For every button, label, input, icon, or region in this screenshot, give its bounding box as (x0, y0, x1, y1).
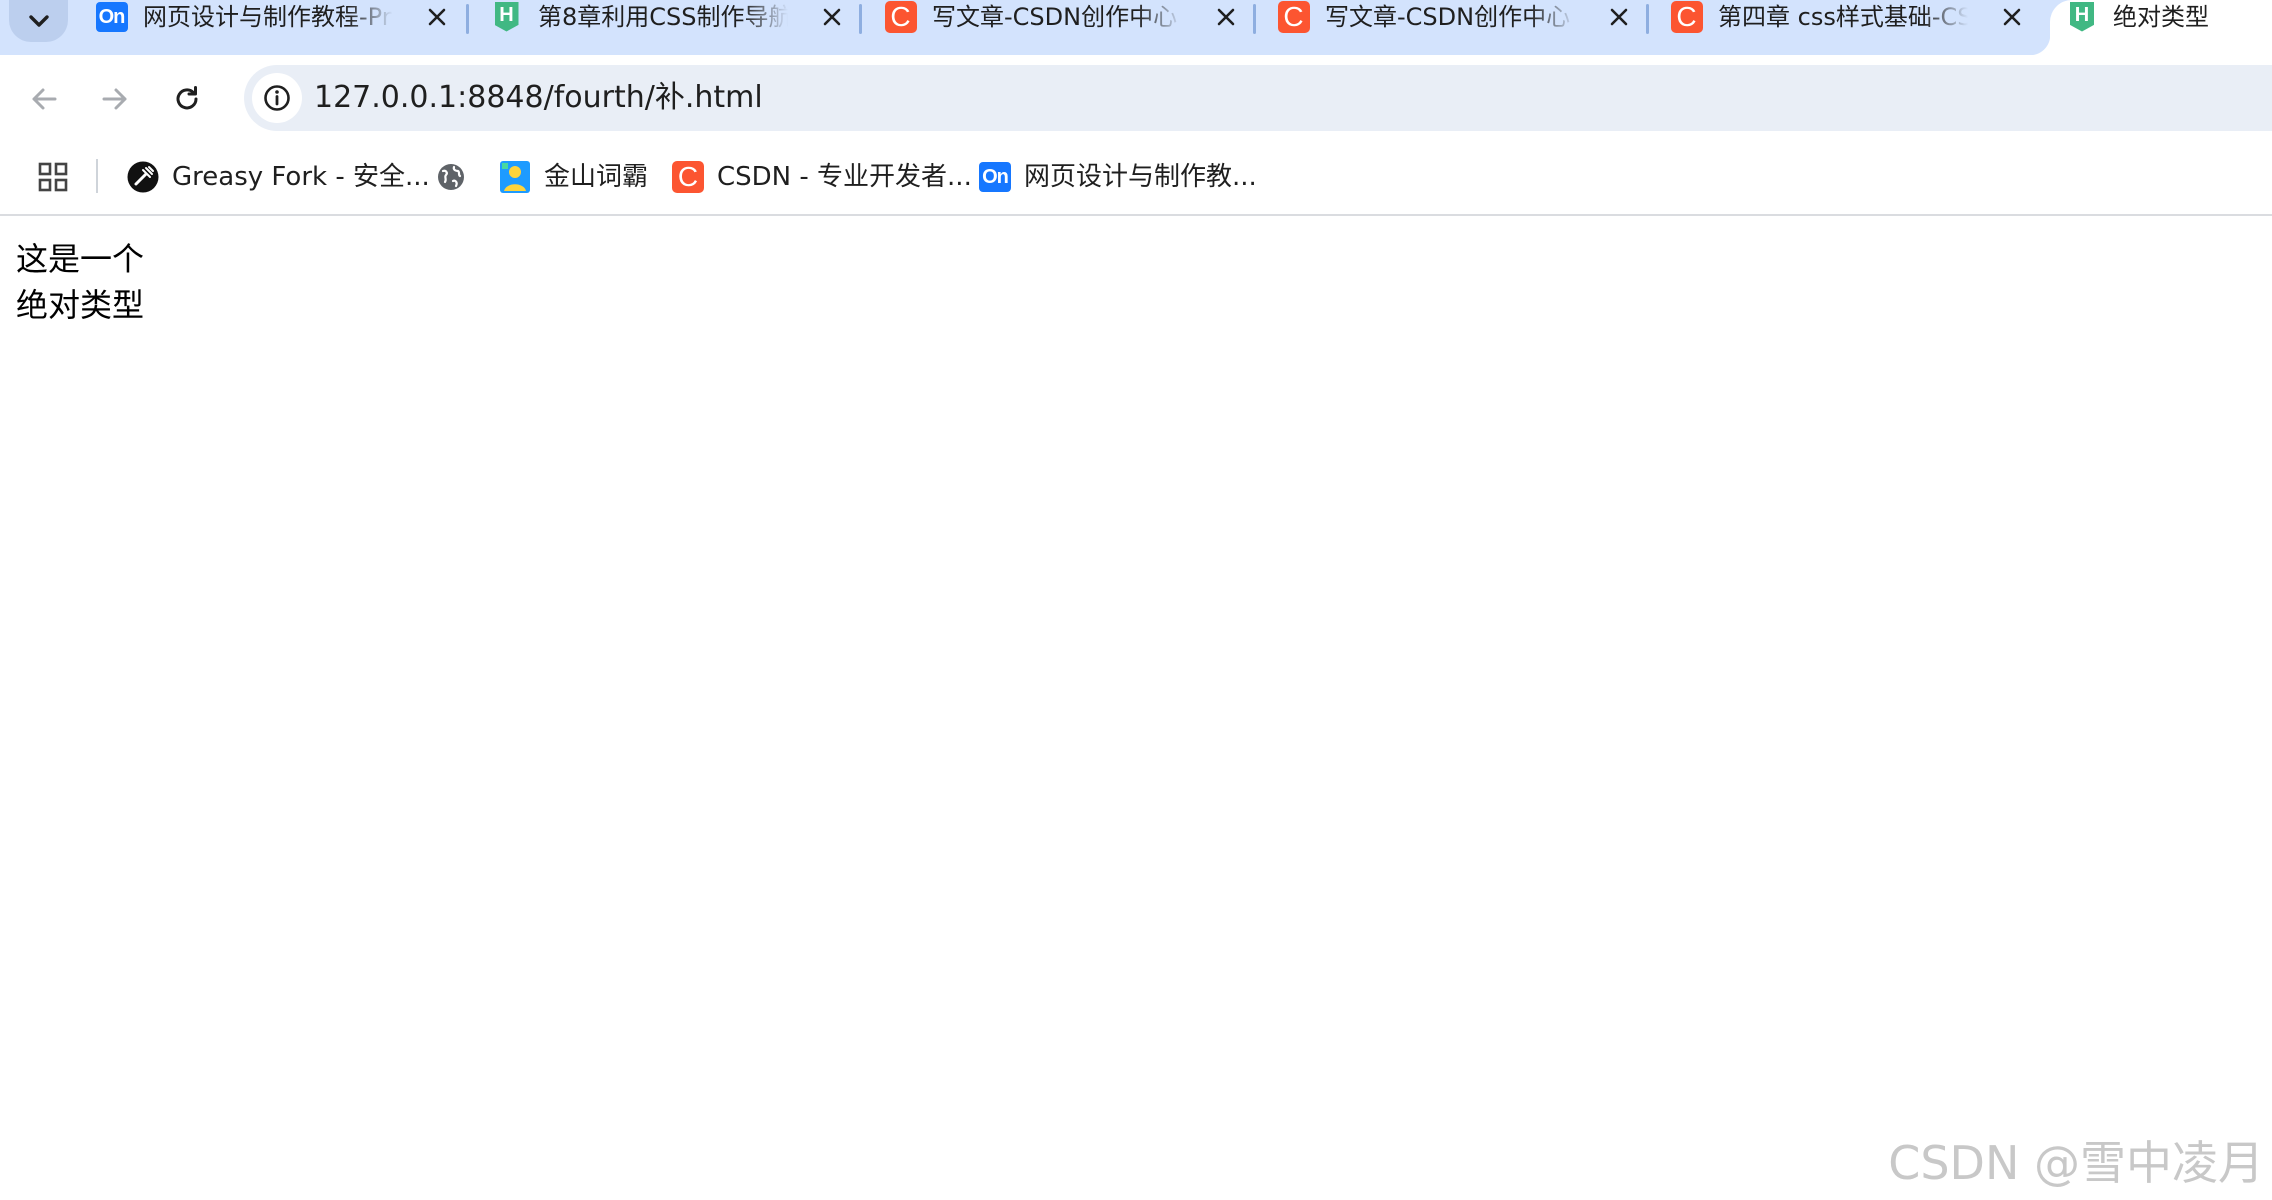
bookmark-greasy-fork[interactable]: Greasy Fork - 安全... (126, 155, 430, 199)
reload-icon (176, 86, 198, 110)
close-icon (428, 8, 446, 26)
tab[interactable]: On 网页设计与制作教程-Pr (95, 0, 487, 36)
close-icon (2003, 8, 2021, 26)
tab-active[interactable]: H 绝对类型 (2050, 0, 2272, 55)
bookmark-csdn[interactable]: C CSDN - 专业开发者... (671, 155, 972, 199)
toolbar: 127.0.0.1:8848/fourth/补.html (0, 55, 2272, 145)
bookmark-label: CSDN - 专业开发者... (717, 162, 972, 192)
tab-separator (1253, 4, 1256, 34)
hbuilder-icon: H (2067, 0, 2097, 33)
bookmarks-bar: Greasy Fork - 安全... 金山词霸 C CSDN - 专业开发者.… (0, 145, 2272, 216)
info-icon (264, 85, 290, 111)
apps-grid-icon (38, 162, 68, 192)
tab-title: 网页设计与制作教程-Pr (143, 3, 392, 31)
tab-close-button[interactable] (422, 2, 452, 32)
close-icon (1217, 8, 1235, 26)
url-text[interactable]: 127.0.0.1:8848/fourth/补.html (314, 79, 763, 117)
arrow-right-icon (102, 88, 127, 110)
bookmark-label: Greasy Fork - 安全... (172, 162, 430, 192)
page-text-line: 这是一个 (16, 240, 145, 278)
kingsoft-icon (498, 160, 532, 194)
tab-title: 第四章 css样式基础-CS (1718, 3, 1968, 31)
bookmark-globe[interactable] (434, 155, 480, 199)
tab-close-button[interactable] (1997, 2, 2027, 32)
apps-button[interactable] (33, 157, 73, 197)
chevron-down-icon (28, 15, 49, 27)
tab-title: 写文章-CSDN创作中心 (932, 3, 1178, 31)
tab-separator (859, 4, 862, 34)
tab-title: 写文章-CSDN创作中心 (1325, 3, 1571, 31)
bookmark-label: 金山词霸 (544, 162, 649, 192)
arrow-left-icon (32, 88, 57, 110)
tab-title: 第8章利用CSS制作导航 (538, 3, 788, 31)
tab[interactable]: C 第四章 css样式基础-CS (1670, 0, 2062, 36)
tab[interactable]: C 写文章-CSDN创作中心 (884, 0, 1276, 36)
bookmark-label: 网页设计与制作教... (1024, 162, 1257, 192)
tab[interactable]: H 第8章利用CSS制作导航 (490, 0, 882, 36)
csdn-icon: C (671, 160, 705, 194)
greasyfork-icon (126, 160, 160, 194)
csdn-icon: C (884, 0, 917, 33)
reload-button[interactable] (165, 77, 209, 121)
active-tab-corner (2030, 35, 2050, 55)
baidu-on-icon: On (978, 160, 1012, 194)
tab-separator (1646, 4, 1649, 34)
forward-button[interactable] (93, 77, 137, 121)
bookmark-web-design[interactable]: On 网页设计与制作教... (978, 155, 1257, 199)
tab-separator (466, 4, 469, 34)
page-text-line: 绝对类型 (16, 286, 145, 324)
close-icon (1610, 8, 1628, 26)
tab-close-button[interactable] (1211, 2, 1241, 32)
tab-strip: On 网页设计与制作教程-Pr H 第8章利用CSS制作导航 C 写文章-CSD… (0, 0, 2272, 55)
tab-close-button[interactable] (1604, 2, 1634, 32)
tab[interactable]: C 写文章-CSDN创作中心 (1277, 0, 1669, 36)
globe-icon (434, 160, 468, 194)
back-button[interactable] (22, 77, 66, 121)
page-text-block: 这是一个 绝对类型 (16, 236, 144, 328)
page-content: 这是一个 绝对类型 CSDN @雪中凌月 (0, 216, 2272, 1200)
site-info-button[interactable] (252, 73, 302, 123)
watermark: CSDN @雪中凌月 (1888, 1136, 2264, 1190)
bookmark-kingsoft[interactable]: 金山词霸 (498, 155, 648, 199)
tab-search-button[interactable] (9, 0, 68, 42)
close-icon (823, 8, 841, 26)
hbuilder-icon: H (490, 0, 523, 33)
address-bar[interactable]: 127.0.0.1:8848/fourth/补.html (244, 65, 2272, 131)
bookmarks-separator (96, 159, 98, 193)
browser-window: On 网页设计与制作教程-Pr H 第8章利用CSS制作导航 C 写文章-CSD… (0, 0, 2272, 1200)
tab-close-button[interactable] (817, 2, 847, 32)
baidu-on-icon: On (95, 0, 128, 33)
csdn-icon: C (1670, 0, 1703, 33)
tab-title: 绝对类型 (2113, 3, 2209, 31)
csdn-icon: C (1277, 0, 1310, 33)
